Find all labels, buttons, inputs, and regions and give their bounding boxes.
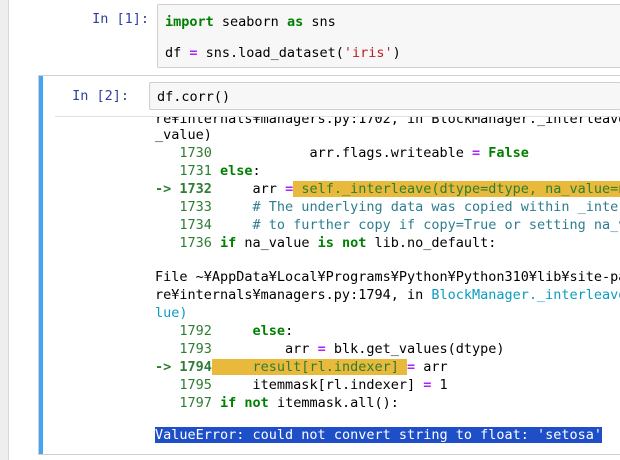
tb-code: 1 bbox=[431, 377, 448, 393]
alias: sns bbox=[303, 14, 336, 30]
error-message: : could not convert string to float: 'se… bbox=[236, 427, 603, 443]
comment: # to further copy if copy=True or settin… bbox=[211, 217, 620, 233]
keyword: if bbox=[211, 235, 237, 251]
tb-line: _value) bbox=[155, 127, 212, 144]
tb-line: 1736 if na_value is not lib.no_default: bbox=[155, 235, 496, 252]
tb-line: 1734 # to further copy if copy=True or s… bbox=[155, 217, 620, 234]
error-message-line: ValueError: could not convert string to … bbox=[155, 427, 603, 444]
tb-line: 1730 arr.flags.writeable = False bbox=[155, 145, 529, 162]
operator: = bbox=[189, 45, 198, 61]
cell-1-prompt: In [1]: bbox=[92, 11, 149, 27]
cell-2-prompt: In [2]: bbox=[72, 88, 129, 104]
line-number: 1792 bbox=[155, 323, 212, 339]
error-selection: ValueError: could not convert string to … bbox=[155, 427, 603, 443]
tb-line: 1793 arr = blk.get_values(dtype) bbox=[155, 341, 505, 358]
keyword: is not bbox=[317, 235, 367, 251]
tb-code: : bbox=[252, 163, 261, 179]
tb-line: re¥internals¥managers.py:1702, in BlockM… bbox=[155, 116, 620, 128]
line-number: 1795 bbox=[155, 377, 212, 393]
paren: ) bbox=[392, 45, 401, 61]
cell-1-input[interactable]: import seaborn as sns df = sns.load_data… bbox=[157, 4, 620, 68]
line-number: 1730 bbox=[155, 145, 212, 161]
tb-line: 1797 if not itemmask.all(): bbox=[155, 395, 399, 412]
tb-code: arr bbox=[211, 341, 318, 357]
cell-2-input[interactable]: df.corr() bbox=[149, 82, 620, 110]
line-number: 1736 bbox=[155, 235, 212, 251]
error-type: ValueError bbox=[155, 427, 237, 443]
line-number: 1797 bbox=[155, 395, 212, 411]
keyword: as bbox=[286, 14, 304, 30]
function-call: sns.load_dataset( bbox=[197, 45, 344, 61]
tb-path: ~¥AppData¥Local¥Programs¥Python¥Python31… bbox=[195, 269, 620, 285]
comment: # The underlying data was copied within … bbox=[252, 199, 620, 215]
current-line-arrow: -> 1732 bbox=[155, 181, 212, 197]
tb-file-line: File ~¥AppData¥Local¥Programs¥Python¥Pyt… bbox=[155, 269, 620, 286]
line-number: 1734 bbox=[155, 217, 212, 233]
operator: = bbox=[406, 359, 416, 375]
tb-function: BlockManager._interleave(se bbox=[431, 287, 620, 303]
variable: df bbox=[165, 45, 190, 61]
tb-line-current: -> 1732 arr = self._interleave(dtype=dty… bbox=[155, 181, 620, 198]
tb-text: , in bbox=[390, 287, 432, 303]
tb-code: arr.flags.writeable bbox=[211, 145, 472, 161]
tb-code: arr bbox=[211, 181, 286, 197]
line-number: 1731 bbox=[155, 163, 212, 179]
line-number: 1733 bbox=[155, 199, 212, 215]
tb-code: itemmask[rl.indexer] bbox=[211, 377, 424, 393]
code-cell-1[interactable]: In [1]: import seaborn as sns df = sns.l… bbox=[17, 0, 620, 72]
keyword: if bbox=[211, 395, 237, 411]
tb-line: lue) bbox=[155, 305, 188, 322]
operator: = bbox=[285, 181, 294, 197]
tb-code: na_value bbox=[236, 235, 318, 251]
operator: = bbox=[317, 341, 326, 357]
module-name: seaborn bbox=[213, 14, 287, 30]
highlighted-code: self._interleave(dtype=dtype, na_value=n… bbox=[293, 181, 620, 197]
highlighted-code: result[rl.indexer] bbox=[211, 359, 407, 375]
keyword: else bbox=[211, 323, 286, 339]
tb-code: arr bbox=[415, 359, 448, 375]
code-cell-2[interactable]: In [2]: df.corr() re¥internals¥managers.… bbox=[38, 75, 620, 455]
cell-1-line-1: import seaborn as sns bbox=[165, 14, 336, 30]
operator: = bbox=[472, 145, 481, 161]
tb-path: re¥internals¥managers.py:1794 bbox=[155, 287, 391, 303]
current-line-arrow: -> 1794 bbox=[155, 359, 212, 375]
line-number: 1793 bbox=[155, 341, 212, 357]
keyword: else bbox=[211, 163, 253, 179]
cell-2-code: df.corr() bbox=[157, 89, 231, 105]
tb-line: 1792 else: bbox=[155, 323, 293, 340]
keyword: import bbox=[165, 14, 214, 30]
traceback-output[interactable]: re¥internals¥managers.py:1702, in BlockM… bbox=[55, 116, 620, 450]
cell-1-line-2: df = sns.load_dataset('iris') bbox=[165, 45, 401, 61]
string-literal: 'iris' bbox=[343, 45, 393, 61]
tb-line: 1795 itemmask[rl.indexer] = 1 bbox=[155, 377, 448, 394]
tb-code: : bbox=[285, 323, 294, 339]
tb-text: File bbox=[155, 269, 196, 285]
keyword: False bbox=[480, 145, 529, 161]
tb-line: 1733 # The underlying data was copied wi… bbox=[155, 199, 620, 216]
tb-function: lue) bbox=[155, 305, 188, 321]
keyword: not bbox=[236, 395, 269, 411]
tb-code: blk.get_values(dtype) bbox=[325, 341, 505, 357]
tb-line-current: -> 1794 result[rl.indexer] = arr bbox=[155, 359, 448, 376]
tb-code: lib.no_default: bbox=[366, 235, 497, 251]
tb-path: re¥internals¥managers.py:1702, in BlockM… bbox=[155, 116, 620, 127]
tb-code: itemmask.all(): bbox=[268, 395, 399, 411]
tb-line: re¥internals¥managers.py:1794, in BlockM… bbox=[155, 287, 620, 304]
tb-text: _value) bbox=[155, 127, 212, 143]
tb-line: 1731 else: bbox=[155, 163, 261, 180]
